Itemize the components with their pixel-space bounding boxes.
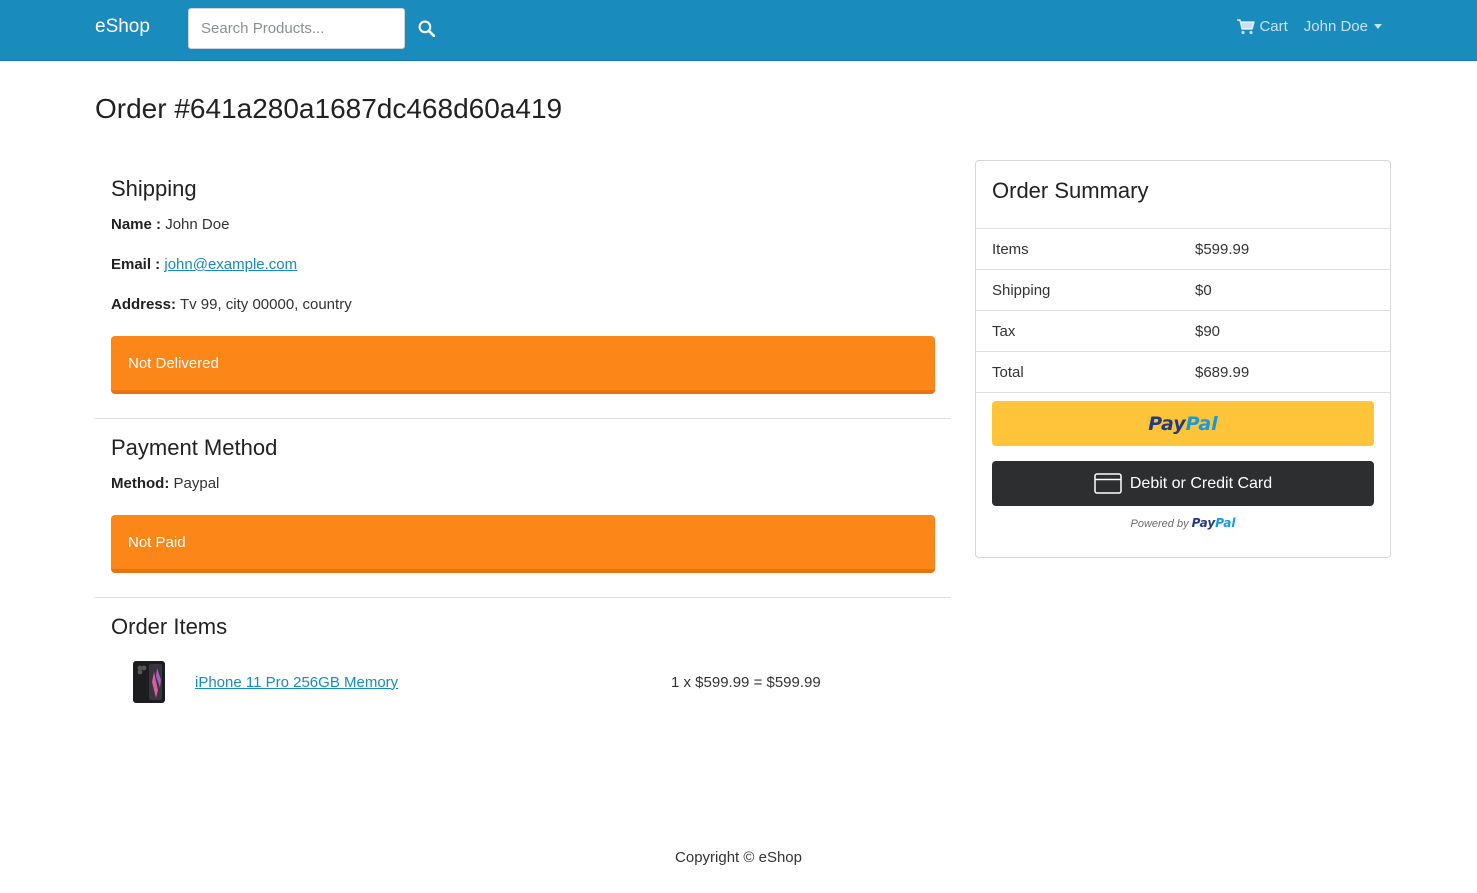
powered-logo-pay: Pay [1191,516,1216,530]
summary-label: Items [992,240,1029,258]
paypal-logo-pay: Pay [1148,412,1186,435]
summary-row-tax: Tax $90 [976,311,1390,352]
search-icon [418,20,435,37]
paypal-button[interactable]: Pay Pal [992,401,1374,446]
shipping-name: Name : John Doe [111,216,935,234]
shipping-email: Email : john@example.com [111,256,935,274]
payment-section: Payment Method Method: Paypal Not Paid [95,419,951,598]
product-link[interactable]: iPhone 11 Pro 256GB Memory [195,674,671,691]
method-label: Method: [111,475,170,492]
footer-copyright: Copyright © eShop [675,849,802,866]
paypal-logo-pal: Pal [1185,412,1218,435]
list-item: iPhone 11 Pro 256GB Memory 1 x $599.99 =… [111,654,935,710]
phone-thumbnail [133,661,165,703]
nav-right: Cart John Doe [1237,18,1382,35]
user-name: John Doe [1303,18,1368,35]
credit-card-icon [1094,473,1122,494]
chevron-down-icon [1374,24,1382,29]
name-label: Name : [111,216,162,233]
method-value: Paypal [173,475,220,492]
powered-logo-pal: Pal [1215,516,1236,530]
address-value: Tv 99, city 00000, country [179,296,352,313]
cart-label: Cart [1259,18,1288,35]
navbar: eShop Cart John Doe [0,0,1477,61]
summary-label: Total [992,363,1024,381]
summary-label: Tax [992,322,1016,340]
debit-credit-card-button[interactable]: Debit or Credit Card [992,461,1374,506]
order-summary-header: Order Summary [976,161,1390,229]
shipping-heading: Shipping [111,176,197,201]
card-button-label: Debit or Credit Card [1129,474,1273,492]
summary-row-shipping: Shipping $0 [976,270,1390,311]
email-link[interactable]: john@example.com [164,256,297,273]
summary-value: $689.99 [1195,363,1250,381]
order-items-section: Order Items iPhone 11 Pro 256GB Memory 1… [95,598,951,734]
powered-by-paypal: Powered by PayPal [992,516,1374,530]
search-input[interactable] [188,8,405,49]
payment-heading: Payment Method [111,435,278,460]
powered-by-text: Powered by [1130,518,1189,530]
summary-value: $0 [1195,281,1212,299]
page-title: Order #641a280a1687dc468d60a419 [95,93,563,124]
order-summary-card: Order Summary Items $599.99 Shipping $0 … [975,160,1391,558]
payment-method: Method: Paypal [111,475,935,493]
summary-value: $90 [1195,322,1221,340]
name-value: John Doe [165,216,230,233]
email-label: Email : [111,256,161,273]
brand-logo[interactable]: eShop [95,16,150,38]
shipping-address: Address: Tv 99, city 00000, country [111,296,935,314]
user-dropdown[interactable]: John Doe [1304,18,1382,35]
address-label: Address: [111,296,177,313]
shipping-section: Shipping Name : John Doe Email : john@ex… [95,160,951,419]
delivery-status-alert: Not Delivered [111,336,935,394]
order-details: Shipping Name : John Doe Email : john@ex… [95,160,951,734]
order-summary-heading: Order Summary [992,178,1149,203]
item-price-line: 1 x $599.99 = $599.99 [671,673,821,691]
summary-row-total: Total $689.99 [976,352,1390,393]
payment-buttons: Pay Pal Debit or Credit Card Powered by P… [976,393,1390,530]
shopping-cart-icon [1237,18,1256,34]
order-items-heading: Order Items [111,614,228,639]
search-button[interactable] [414,16,438,40]
summary-label: Shipping [992,281,1051,299]
payment-status-alert: Not Paid [111,515,935,573]
cart-link[interactable]: Cart [1237,18,1288,35]
summary-row-items: Items $599.99 [976,229,1390,270]
summary-value: $599.99 [1195,240,1250,258]
product-thumbnail [119,659,179,705]
